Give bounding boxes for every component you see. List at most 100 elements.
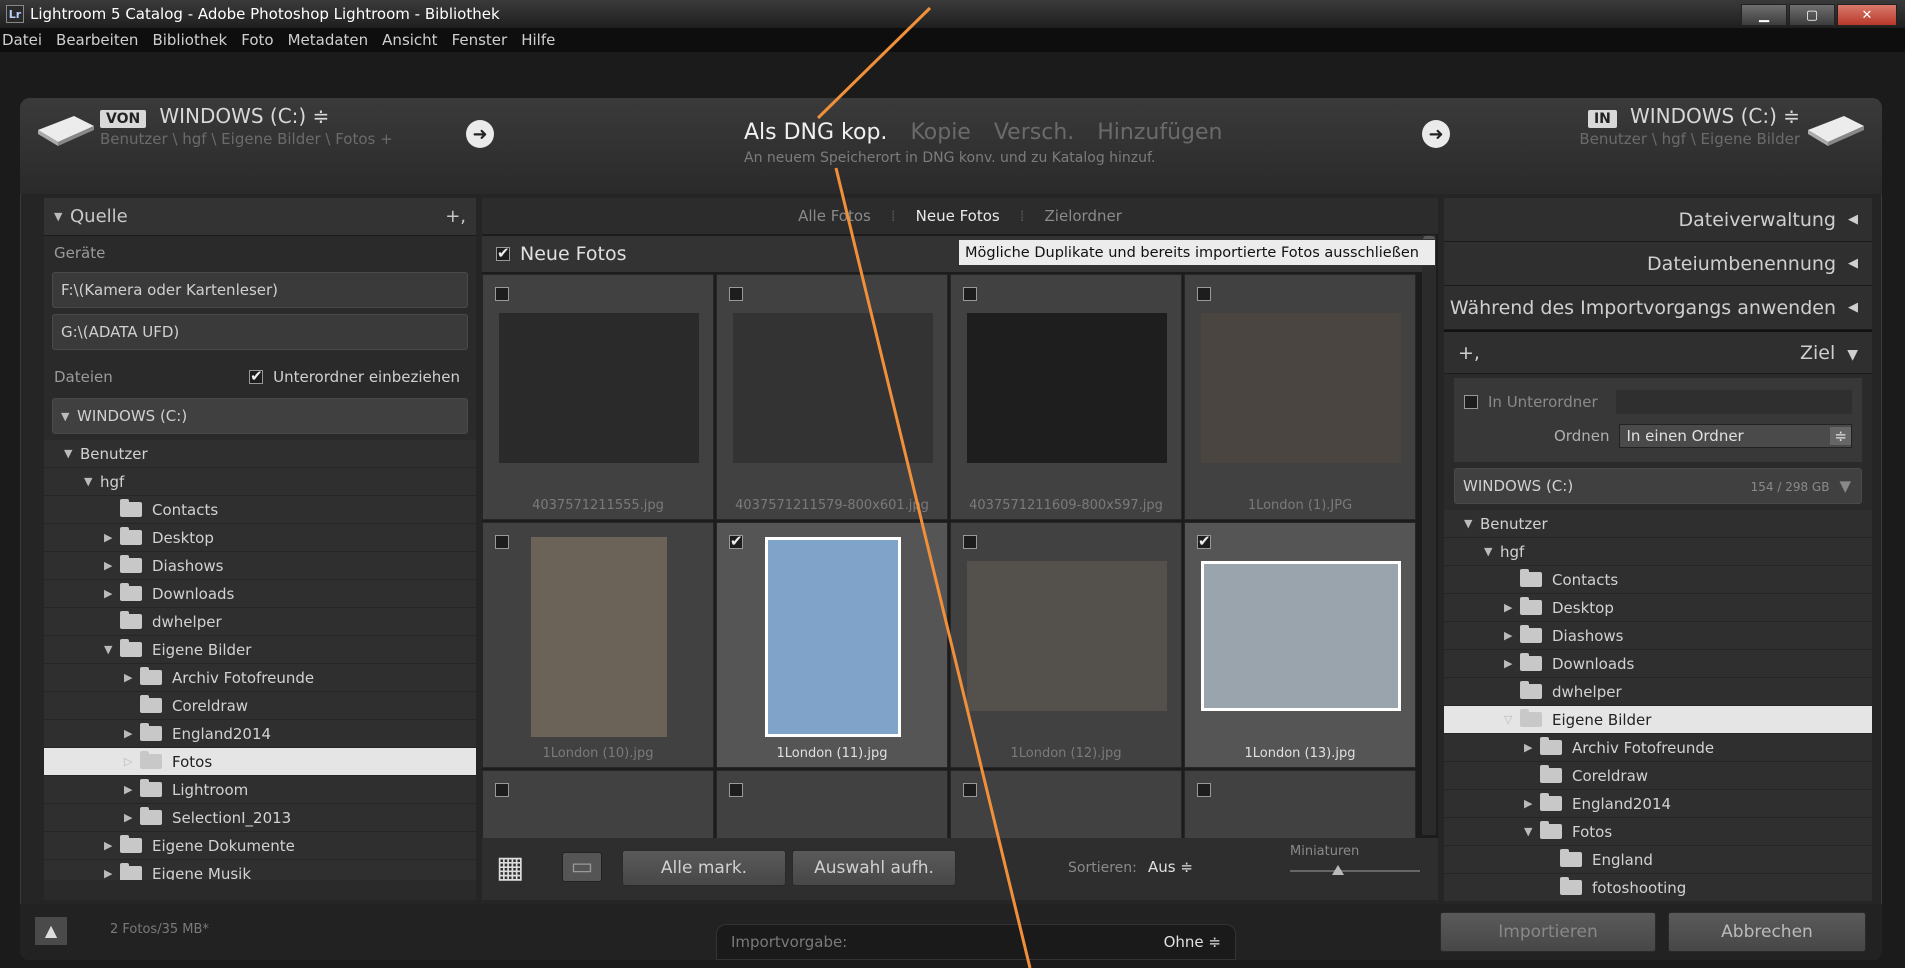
tab-destination-folders[interactable]: Zielordner bbox=[1045, 207, 1122, 225]
disclosure-triangle-icon[interactable]: ▶ bbox=[1524, 797, 1540, 810]
folder-row[interactable]: dwhelper bbox=[1444, 678, 1872, 706]
folder-row[interactable]: Coreldraw bbox=[44, 692, 476, 720]
disclosure-triangle-icon[interactable]: ▶ bbox=[104, 531, 120, 544]
preset-select[interactable]: Ohne ≑ bbox=[1164, 933, 1221, 951]
mode-dng-copy[interactable]: Als DNG kop. bbox=[744, 120, 887, 145]
mode-add[interactable]: Hinzufügen bbox=[1097, 120, 1222, 145]
folder-row[interactable]: ▶ Archiv Fotofreunde bbox=[1444, 734, 1872, 762]
photo-cell[interactable]: 1London (13).jpg bbox=[1184, 522, 1416, 768]
destination-drive-row[interactable]: WINDOWS (C:) 154 / 298 GB ▼ bbox=[1454, 468, 1862, 504]
photo-cell[interactable]: 1London (1).JPG bbox=[1184, 274, 1416, 520]
photo-thumbnail[interactable] bbox=[733, 313, 933, 463]
add-source-button[interactable]: +, bbox=[445, 206, 466, 227]
photo-checkbox[interactable] bbox=[1197, 532, 1211, 550]
disclosure-triangle-icon[interactable]: ▶ bbox=[104, 587, 120, 600]
photo-checkbox[interactable] bbox=[1197, 287, 1211, 301]
folder-row[interactable]: ▼ hgf bbox=[1444, 538, 1872, 566]
folder-row[interactable]: ▶ Diashows bbox=[1444, 622, 1872, 650]
folder-row[interactable]: ▼ Fotos bbox=[1444, 818, 1872, 846]
photo-checkbox[interactable] bbox=[963, 535, 977, 549]
photo-cell[interactable]: 4037571211609-800x597.jpg bbox=[950, 274, 1182, 520]
minimize-button[interactable]: ▁ bbox=[1741, 4, 1787, 26]
photo-checkbox[interactable] bbox=[729, 532, 743, 550]
disclosure-triangle-icon[interactable]: ▶ bbox=[124, 811, 140, 824]
sort-select[interactable]: Aus ≑ bbox=[1148, 858, 1193, 876]
disclosure-triangle-icon[interactable]: ▼ bbox=[1524, 825, 1540, 838]
photo-thumbnail[interactable] bbox=[765, 537, 901, 737]
device-item[interactable]: F:\(Kamera oder Kartenleser) bbox=[52, 272, 468, 308]
folder-row[interactable]: Contacts bbox=[44, 496, 476, 524]
disclosure-triangle-icon[interactable]: ▶ bbox=[1504, 657, 1520, 670]
check-all-button[interactable]: Alle mark. bbox=[622, 850, 786, 886]
photo-cell[interactable]: 4037571211579-800x601.jpg bbox=[716, 274, 948, 520]
folder-row[interactable]: ▽ Eigene Bilder bbox=[1444, 706, 1872, 734]
photo-thumbnail[interactable] bbox=[1201, 561, 1401, 711]
section-apply-during-import[interactable]: Während des Importvorgangs anwenden ◀ bbox=[1444, 286, 1872, 330]
disclosure-triangle-icon[interactable]: ▶ bbox=[1504, 601, 1520, 614]
folder-row[interactable]: ▶ Downloads bbox=[44, 580, 476, 608]
collapse-up-button[interactable]: ▲ bbox=[34, 916, 68, 946]
photo-checkbox[interactable] bbox=[495, 535, 509, 549]
menu-item[interactable]: Foto bbox=[241, 31, 273, 49]
thumbnail-size-slider[interactable] bbox=[1290, 865, 1420, 875]
folder-row[interactable]: ▶ Lightroom bbox=[44, 776, 476, 804]
menu-item[interactable]: Fenster bbox=[452, 31, 508, 49]
folder-row[interactable]: ▶ Desktop bbox=[1444, 594, 1872, 622]
maximize-button[interactable]: ▢ bbox=[1789, 4, 1835, 26]
folder-row[interactable]: ▶ Eigene Musik bbox=[44, 860, 476, 880]
organize-select[interactable]: In einen Ordner ≑ bbox=[1619, 424, 1852, 448]
source-drive-row[interactable]: ▼ WINDOWS (C:) bbox=[52, 398, 468, 434]
include-subfolders-checkbox[interactable] bbox=[249, 367, 264, 385]
destination-arrow-icon[interactable]: ➜ bbox=[1422, 120, 1450, 148]
disclosure-triangle-icon[interactable]: ▽ bbox=[1504, 713, 1520, 726]
folder-row[interactable]: dwhelper bbox=[44, 608, 476, 636]
folder-row[interactable]: ▶ Archiv Fotofreunde bbox=[44, 664, 476, 692]
photo-thumbnail[interactable] bbox=[499, 313, 699, 463]
menu-item[interactable]: Datei bbox=[2, 31, 42, 49]
source-panel-header[interactable]: ▼ Quelle +, bbox=[44, 198, 476, 236]
folder-row[interactable]: ▶ Downloads bbox=[1444, 650, 1872, 678]
photo-checkbox[interactable] bbox=[963, 783, 977, 797]
photo-cell[interactable]: 4037571211555.jpg bbox=[482, 274, 714, 520]
photo-checkbox[interactable] bbox=[495, 783, 509, 797]
add-destination-button[interactable]: +, bbox=[1458, 342, 1480, 364]
disclosure-triangle-icon[interactable]: ▷ bbox=[124, 755, 140, 768]
folder-row[interactable]: ▶ Diashows bbox=[44, 552, 476, 580]
photo-checkbox[interactable] bbox=[963, 287, 977, 301]
tab-new-photos[interactable]: Neue Fotos bbox=[916, 207, 1000, 225]
folder-row[interactable]: Contacts bbox=[1444, 566, 1872, 594]
select-all-checkbox[interactable] bbox=[496, 244, 510, 262]
photo-cell[interactable] bbox=[482, 770, 714, 844]
folder-row[interactable]: Coreldraw bbox=[1444, 762, 1872, 790]
disclosure-triangle-icon[interactable]: ▼ bbox=[64, 447, 80, 460]
folder-row[interactable]: ▼ Eigene Bilder bbox=[44, 636, 476, 664]
menu-item[interactable]: Bibliothek bbox=[152, 31, 227, 49]
destination-header[interactable]: +, Ziel ▼ bbox=[1444, 330, 1872, 374]
disclosure-triangle-icon[interactable]: ▶ bbox=[104, 839, 120, 852]
source-arrow-icon[interactable]: ➜ bbox=[466, 120, 494, 148]
disclosure-triangle-icon[interactable]: ▶ bbox=[124, 671, 140, 684]
tab-all-photos[interactable]: Alle Fotos bbox=[798, 207, 871, 225]
folder-row[interactable]: ▼ hgf bbox=[44, 468, 476, 496]
destination-path[interactable]: Benutzer \ hgf \ Eigene Bilder bbox=[1579, 130, 1800, 148]
into-subfolder-checkbox[interactable] bbox=[1464, 395, 1478, 409]
photo-checkbox[interactable] bbox=[1197, 783, 1211, 797]
disclosure-triangle-icon[interactable]: ▼ bbox=[84, 475, 100, 488]
folder-row[interactable]: ▼ Benutzer bbox=[44, 440, 476, 468]
menu-item[interactable]: Ansicht bbox=[382, 31, 437, 49]
device-item[interactable]: G:\(ADATA UFD) bbox=[52, 314, 468, 350]
photo-checkbox[interactable] bbox=[729, 287, 743, 301]
section-file-handling[interactable]: Dateiverwaltung ◀ bbox=[1444, 198, 1872, 242]
grid-scrollbar[interactable] bbox=[1422, 235, 1436, 835]
section-file-renaming[interactable]: Dateiumbenennung ◀ bbox=[1444, 242, 1872, 286]
photo-thumbnail[interactable] bbox=[1201, 313, 1401, 463]
photo-thumbnail[interactable] bbox=[531, 537, 667, 737]
disclosure-triangle-icon[interactable]: ▶ bbox=[124, 783, 140, 796]
subfolder-name-input[interactable] bbox=[1616, 390, 1852, 414]
folder-row[interactable]: ▶ England2014 bbox=[1444, 790, 1872, 818]
disclosure-triangle-icon[interactable]: ▶ bbox=[104, 559, 120, 572]
folder-row[interactable]: ▶ SelectionI_2013 bbox=[44, 804, 476, 832]
disclosure-triangle-icon[interactable]: ▼ bbox=[1464, 517, 1480, 530]
disclosure-triangle-icon[interactable]: ▶ bbox=[124, 727, 140, 740]
folder-row[interactable]: ▷ Fotos bbox=[44, 748, 476, 776]
